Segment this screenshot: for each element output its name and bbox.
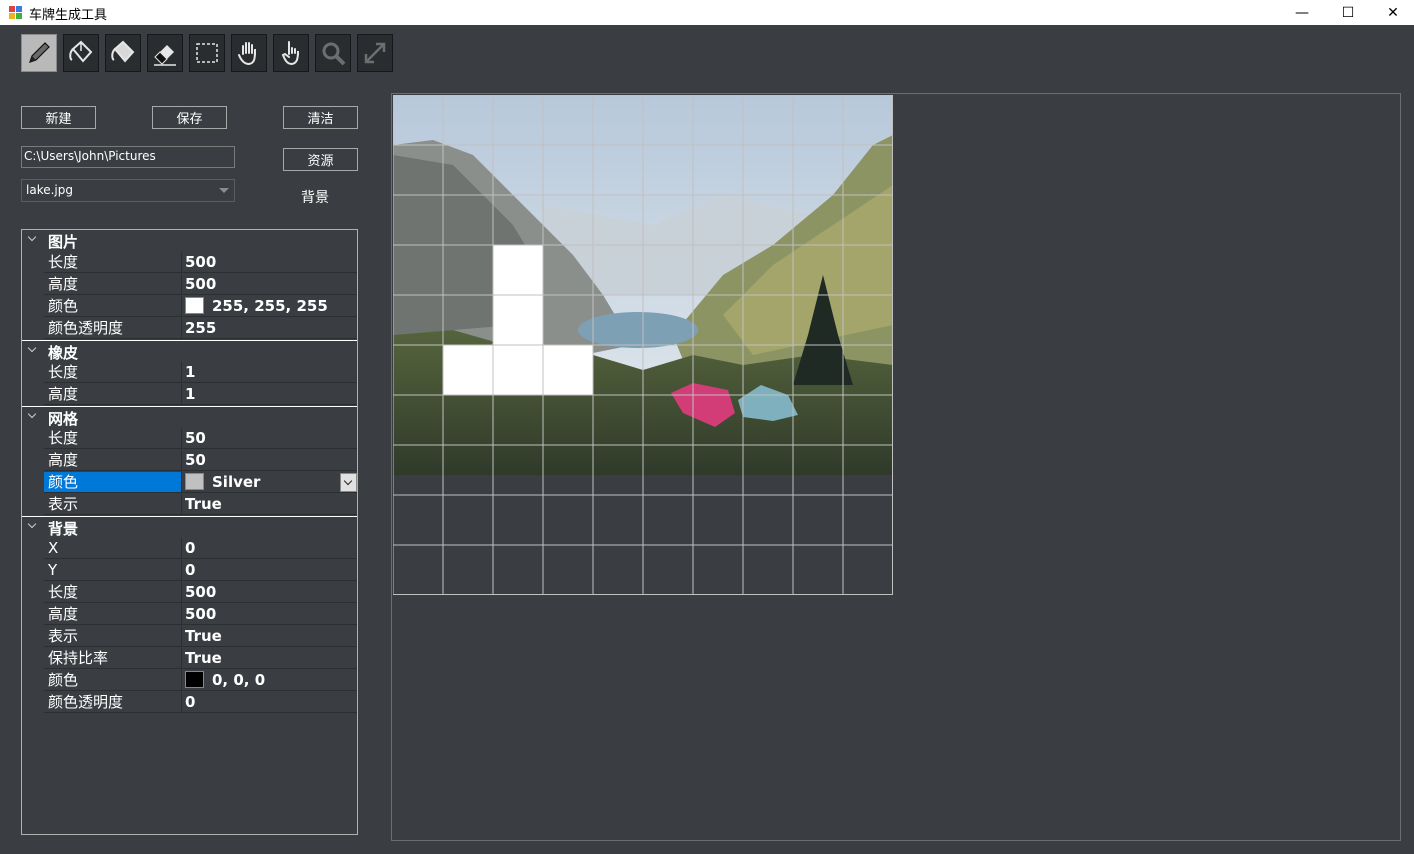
canvas-svg[interactable] [393, 95, 893, 595]
fit-tool[interactable] [357, 34, 393, 72]
chevron-down-icon[interactable] [27, 410, 39, 422]
prop-bg-length[interactable]: 长度 500 [22, 582, 357, 604]
prop-image-height[interactable]: 高度 500 [22, 274, 357, 296]
prop-grid-color[interactable]: 颜色 Silver [22, 472, 357, 494]
save-button[interactable]: 保存 [152, 106, 227, 129]
hand-icon [238, 42, 256, 66]
painted-cell [493, 295, 543, 345]
category-eraser[interactable]: 橡皮 [22, 340, 357, 362]
zoom-tool[interactable] [315, 34, 351, 72]
title-bar: 车牌生成工具 — ☐ ✕ [0, 0, 1414, 25]
painted-cell [493, 345, 543, 395]
file-select-value: lake.jpg [26, 183, 73, 197]
selection-rect-icon [196, 43, 218, 63]
prop-bg-color[interactable]: 颜色 0, 0, 0 [22, 670, 357, 692]
prop-grid-length[interactable]: 长度 50 [22, 428, 357, 450]
pan-tool[interactable] [231, 34, 267, 72]
maximize-button[interactable]: ☐ [1325, 0, 1371, 25]
close-button[interactable]: ✕ [1370, 0, 1414, 25]
drawing-canvas[interactable] [393, 95, 893, 595]
eraser-tool[interactable] [147, 34, 183, 72]
pencil-tool[interactable] [21, 34, 57, 72]
clear-button[interactable]: 清洁 [283, 106, 358, 129]
prop-bg-y[interactable]: Y0 [22, 560, 357, 582]
prop-bg-show[interactable]: 表示 True [22, 626, 357, 648]
prop-bg-alpha[interactable]: 颜色透明度 0 [22, 692, 357, 714]
dropdown-button[interactable] [340, 473, 357, 492]
pointing-hand-icon [281, 41, 299, 66]
background-label: 背景 [301, 190, 329, 206]
chevron-down-icon [219, 188, 229, 193]
prop-bg-keep-ratio[interactable]: 保持比率 True [22, 648, 357, 670]
magnifier-icon [322, 42, 346, 66]
resource-button[interactable]: 资源 [283, 148, 358, 171]
select-tool[interactable] [189, 34, 225, 72]
color-swatch [185, 472, 204, 490]
prop-image-color[interactable]: 颜色 255, 255, 255 [22, 296, 357, 318]
expand-arrows-icon [364, 42, 386, 64]
paint-bucket-outline-icon [111, 40, 135, 63]
chevron-down-icon[interactable] [27, 344, 39, 356]
toolbar [21, 34, 393, 72]
prop-image-length[interactable]: 长度 500 [22, 252, 357, 274]
chevron-down-icon[interactable] [27, 233, 39, 245]
fill-tool[interactable] [63, 34, 99, 72]
category-grid[interactable]: 网格 [22, 406, 357, 428]
pencil-icon [29, 42, 50, 63]
fill-outline-tool[interactable] [105, 34, 141, 72]
color-swatch [185, 296, 204, 314]
category-image[interactable]: 图片 [22, 230, 357, 252]
new-button[interactable]: 新建 [21, 106, 96, 129]
color-swatch [185, 670, 204, 688]
minimize-button[interactable]: — [1279, 0, 1325, 25]
category-background[interactable]: 背景 [22, 516, 357, 538]
property-grid[interactable]: 图片 长度 500 高度 500 颜色 255, 255, 255 颜色透明度 255 … [21, 229, 358, 835]
prop-eraser-length[interactable]: 长度 1 [22, 362, 357, 384]
prop-bg-x[interactable]: X0 [22, 538, 357, 560]
window-title: 车牌生成工具 [29, 8, 108, 23]
prop-grid-show[interactable]: 表示 True [22, 494, 357, 516]
prop-eraser-height[interactable]: 高度 1 [22, 384, 357, 406]
canvas-panel[interactable] [391, 93, 1401, 841]
eraser-icon [154, 45, 176, 66]
painted-cell [543, 345, 593, 395]
paint-bucket-icon [69, 40, 93, 63]
path-input[interactable]: C:\Users\John\Pictures [21, 146, 235, 168]
painted-cell [493, 245, 543, 295]
painted-cell [443, 345, 493, 395]
prop-bg-height[interactable]: 高度 500 [22, 604, 357, 626]
prop-image-alpha[interactable]: 颜色透明度 255 [22, 318, 357, 340]
pointer-hand-tool[interactable] [273, 34, 309, 72]
app-icon [9, 6, 22, 19]
file-select[interactable]: lake.jpg [21, 179, 235, 202]
chevron-down-icon[interactable] [27, 520, 39, 532]
prop-grid-height[interactable]: 高度 50 [22, 450, 357, 472]
